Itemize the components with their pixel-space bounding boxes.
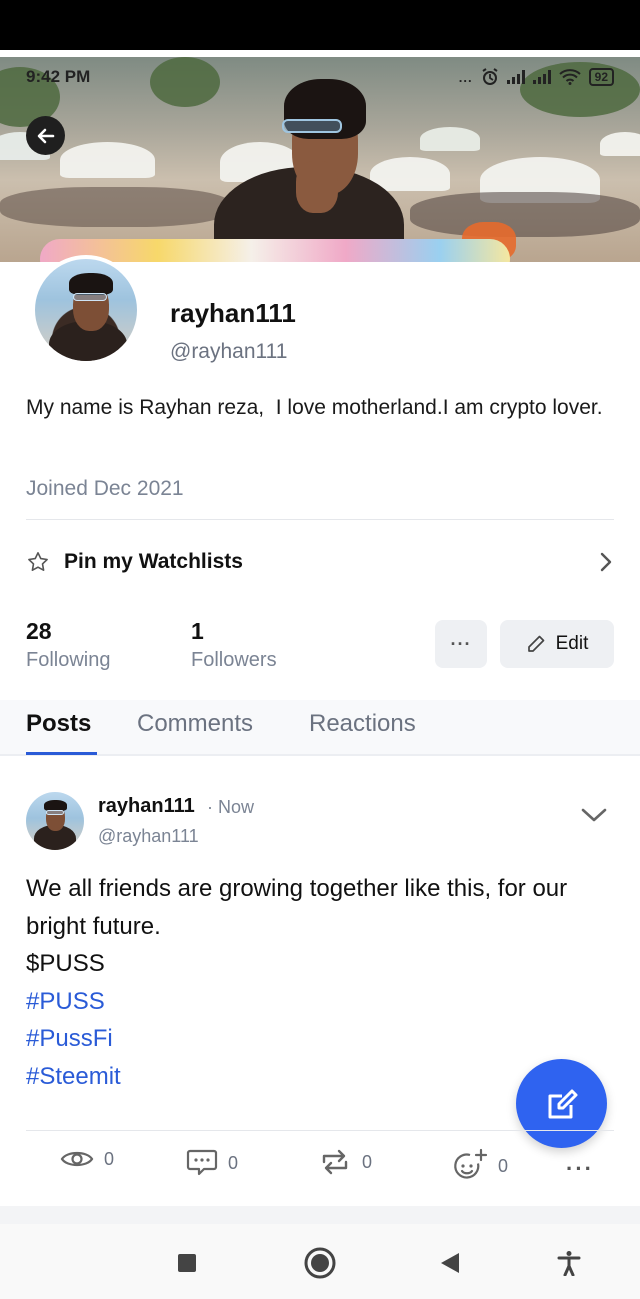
following-label: Following — [26, 649, 111, 671]
comments-count: 0 — [228, 1152, 239, 1173]
square-icon — [178, 1254, 196, 1272]
alarm-icon — [482, 68, 498, 85]
signal-icon — [506, 70, 525, 84]
tab-comments[interactable]: Comments — [137, 710, 253, 738]
profile-bio: My name is Rayhan reza, I love motherlan… — [26, 396, 603, 419]
tab-posts[interactable]: Posts — [26, 710, 91, 738]
edit-label: Edit — [555, 633, 589, 654]
profile-tabs: Posts Comments Reactions — [0, 700, 640, 756]
home-button[interactable] — [303, 1246, 337, 1280]
recents-button[interactable] — [170, 1246, 204, 1280]
followers-count: 1 — [191, 618, 204, 644]
post-actions: 0 0 0 0 ··· — [0, 1148, 640, 1190]
tab-reactions[interactable]: Reactions — [309, 710, 416, 738]
triangle-back-icon — [441, 1253, 459, 1273]
battery-icon: 92 — [588, 68, 614, 86]
top-gap — [0, 50, 640, 57]
status-time: 9:42 PM — [26, 67, 91, 86]
repost-action[interactable]: 0 — [318, 1148, 372, 1176]
system-top-bar — [0, 0, 640, 50]
back-button[interactable] — [26, 116, 65, 155]
post-timestamp: · Now — [207, 797, 255, 817]
reposts-count: 0 — [362, 1151, 373, 1172]
status-icons: ... 92 — [459, 68, 614, 86]
status-bar: 9:42 PM ... 92 — [26, 66, 614, 88]
compose-post-button[interactable] — [516, 1059, 607, 1148]
views-action[interactable]: 0 — [60, 1148, 114, 1170]
profile-avatar[interactable] — [31, 255, 141, 365]
repost-icon — [322, 1149, 348, 1175]
star-icon — [28, 552, 48, 571]
accessibility-button[interactable] — [552, 1246, 586, 1280]
profile-more-button[interactable]: ··· — [435, 620, 487, 668]
hashtag-link[interactable]: #PUSS — [26, 983, 626, 1021]
wifi-icon — [558, 69, 581, 85]
post-author-name[interactable]: rayhan111 — [98, 795, 195, 818]
profile-joined-date: Joined Dec 2021 — [26, 477, 184, 500]
followers-stat[interactable]: 1 Followers — [191, 618, 277, 672]
hashtag-link[interactable]: #PussFi — [26, 1020, 626, 1058]
post-text: We all friends are growing together like… — [26, 875, 568, 940]
post-menu-button[interactable] — [580, 806, 608, 829]
divider — [26, 519, 614, 520]
chevron-down-icon — [581, 808, 607, 822]
system-back-button[interactable] — [433, 1246, 467, 1280]
comment-action[interactable]: 0 — [186, 1148, 238, 1178]
home-circle-icon — [304, 1247, 336, 1279]
pin-watchlists-label: Pin my Watchlists — [64, 550, 243, 573]
post-author-handle: @rayhan111 — [98, 826, 199, 846]
profile-display-name: rayhan111 — [170, 298, 296, 328]
divider — [26, 1130, 614, 1131]
active-tab-indicator — [26, 752, 97, 755]
pencil-icon — [527, 635, 544, 652]
following-count: 28 — [26, 618, 52, 644]
reactions-count: 0 — [498, 1155, 509, 1176]
reaction-action[interactable]: 0 — [452, 1148, 508, 1184]
chevron-right-icon — [600, 552, 612, 572]
pin-watchlists-row[interactable]: Pin my Watchlists — [26, 540, 614, 584]
accessibility-icon — [557, 1251, 581, 1276]
profile-handle: @rayhan111 — [170, 340, 288, 363]
edit-profile-button[interactable]: Edit — [500, 620, 614, 668]
post-more-button[interactable]: ··· — [566, 1156, 594, 1182]
post-author-avatar[interactable] — [26, 792, 84, 850]
status-overflow: ... — [458, 69, 473, 85]
followers-label: Followers — [191, 649, 277, 671]
section-separator — [0, 1206, 640, 1224]
compose-icon — [548, 1089, 577, 1118]
arrow-left-icon — [37, 128, 54, 143]
signal-icon — [532, 70, 551, 84]
post-ticker: $PUSS — [26, 950, 105, 977]
post-body: We all friends are growing together like… — [26, 870, 626, 1095]
following-stat[interactable]: 28 Following — [26, 618, 110, 672]
add-reaction-icon — [454, 1148, 488, 1179]
views-count: 0 — [104, 1148, 115, 1169]
comment-icon — [186, 1149, 218, 1176]
system-nav-bar — [0, 1224, 640, 1299]
eye-icon — [60, 1151, 94, 1167]
